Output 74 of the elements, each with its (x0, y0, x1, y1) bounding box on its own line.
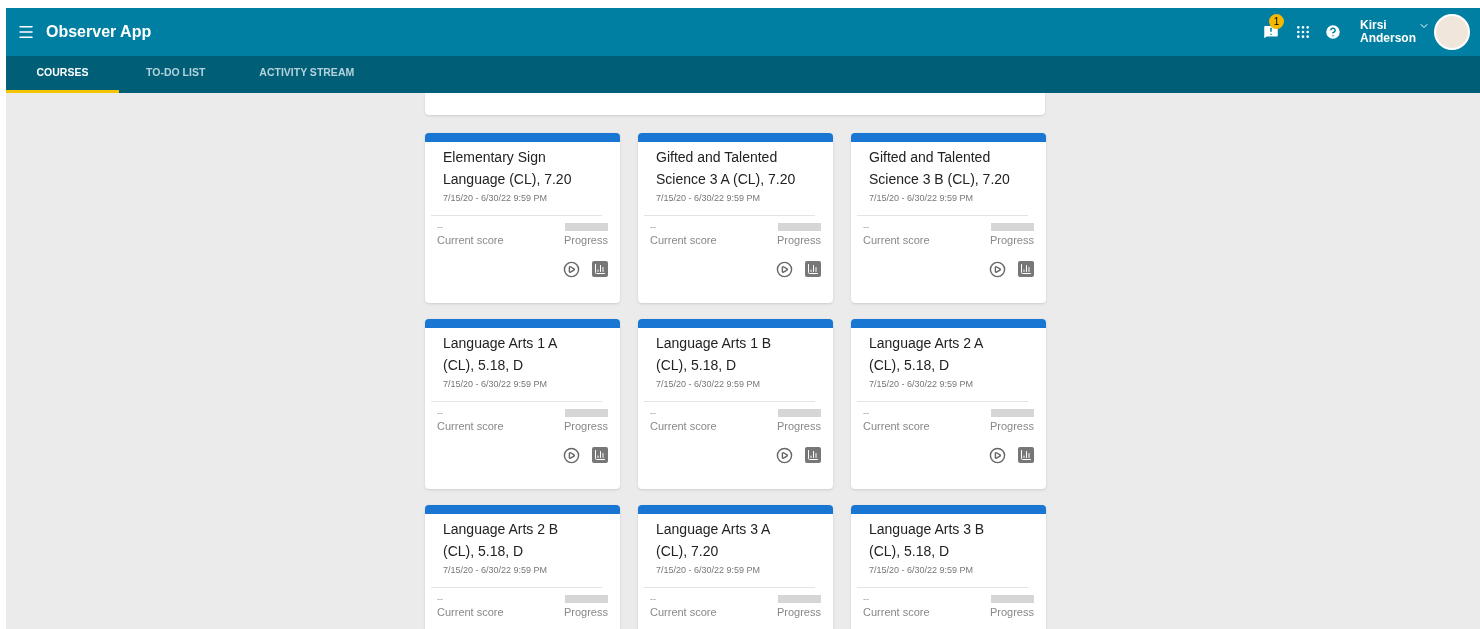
course-card[interactable]: Gifted and Talented Science 3 A (CL), 7.20 7/15/20 - 6/30/22 9:59 PM -- Current score Progress (638, 133, 833, 303)
course-card[interactable]: Gifted and Talented Science 3 B (CL), 7.20 7/15/20 - 6/30/22 9:59 PM -- Current score Progress (851, 133, 1046, 303)
course-card[interactable]: Language Arts 2 A (CL), 5.18, D 7/15/20 - 6/30/22 9:59 PM -- Current score Progress (851, 319, 1046, 489)
course-card[interactable]: Language Arts 1 B (CL), 5.18, D 7/15/20 - 6/30/22 9:59 PM -- Current score Progress (638, 319, 833, 489)
course-title[interactable]: Gifted and Talented Science 3 B (CL), 7.20 (869, 146, 1015, 190)
course-card[interactable]: Elementary Sign Language (CL), 7.20 7/15/20 - 6/30/22 9:59 PM -- Current score Progress (425, 133, 620, 303)
score-label: Current score (863, 232, 930, 247)
chart-icon[interactable] (592, 260, 608, 277)
chart-icon[interactable] (1018, 260, 1034, 277)
play-icon[interactable] (989, 260, 1006, 278)
course-dates: 7/15/20 - 6/30/22 9:59 PM (869, 192, 975, 205)
score-label: Current score (437, 604, 504, 619)
chart-icon[interactable] (1018, 446, 1034, 463)
play-icon[interactable] (776, 260, 793, 278)
progress-label: Progress (776, 418, 821, 433)
tab[interactable]: TO-DO LIST (119, 56, 233, 93)
course-dates: 7/15/20 - 6/30/22 9:59 PM (656, 564, 762, 577)
score-value: -- (863, 406, 870, 419)
score-value: -- (437, 406, 444, 419)
play-icon[interactable] (776, 446, 793, 464)
course-dates: 7/15/20 - 6/30/22 9:59 PM (869, 564, 975, 577)
user-name[interactable]: Kirsi Anderson (1360, 19, 1430, 45)
progress-label: Progress (989, 604, 1034, 619)
chart-icon[interactable] (592, 446, 608, 463)
progress-label: Progress (563, 232, 608, 247)
play-icon[interactable] (563, 260, 580, 278)
course-dates: 7/15/20 - 6/30/22 9:59 PM (443, 192, 549, 205)
score-label: Current score (437, 232, 504, 247)
course-title[interactable]: Elementary Sign Language (CL), 7.20 (443, 146, 589, 190)
score-label: Current score (863, 604, 930, 619)
course-title[interactable]: Language Arts 3 B (CL), 5.18, D (869, 518, 1015, 562)
course-title[interactable]: Language Arts 1 A (CL), 5.18, D (443, 332, 589, 376)
app-title: Observer App (46, 22, 152, 42)
course-title[interactable]: Language Arts 2 A (CL), 5.18, D (869, 332, 1015, 376)
course-dates: 7/15/20 - 6/30/22 9:59 PM (443, 564, 549, 577)
chart-icon[interactable] (805, 446, 821, 463)
course-title[interactable]: Language Arts 2 B (CL), 5.18, D (443, 518, 589, 562)
apps-grid-icon[interactable] (1294, 23, 1312, 41)
notification-badge: 1 (1269, 14, 1284, 29)
progress-label: Progress (563, 604, 608, 619)
score-label: Current score (650, 604, 717, 619)
course-dates: 7/15/20 - 6/30/22 9:59 PM (656, 192, 762, 205)
course-dates: 7/15/20 - 6/30/22 9:59 PM (443, 378, 549, 391)
score-value: -- (437, 220, 444, 233)
score-value: -- (863, 592, 870, 605)
course-dates: 7/15/20 - 6/30/22 9:59 PM (656, 378, 762, 391)
score-label: Current score (650, 418, 717, 433)
avatar[interactable] (1434, 14, 1470, 50)
course-title[interactable]: Language Arts 1 B (CL), 5.18, D (656, 332, 802, 376)
progress-label: Progress (989, 418, 1034, 433)
course-card[interactable]: Language Arts 1 A (CL), 5.18, D 7/15/20 - 6/30/22 9:59 PM -- Current score Progress (425, 319, 620, 489)
score-label: Current score (650, 232, 717, 247)
help-icon[interactable] (1324, 23, 1342, 41)
score-value: -- (863, 220, 870, 233)
score-label: Current score (863, 418, 930, 433)
course-dates: 7/15/20 - 6/30/22 9:59 PM (869, 378, 975, 391)
progress-label: Progress (563, 418, 608, 433)
tab[interactable]: ACTIVITY STREAM (232, 56, 382, 93)
course-card[interactable]: Language Arts 2 B (CL), 5.18, D 7/15/20 - 6/30/22 9:59 PM -- Current score Progress (425, 505, 620, 629)
score-value: -- (650, 220, 657, 233)
progress-label: Progress (776, 604, 821, 619)
course-title[interactable]: Language Arts 3 A (CL), 7.20 (656, 518, 802, 562)
course-title[interactable]: Gifted and Talented Science 3 A (CL), 7.20 (656, 146, 802, 190)
score-value: -- (650, 592, 657, 605)
progress-label: Progress (989, 232, 1034, 247)
course-card[interactable]: Language Arts 3 B (CL), 5.18, D 7/15/20 - 6/30/22 9:59 PM -- Current score Progress (851, 505, 1046, 629)
progress-label: Progress (776, 232, 821, 247)
score-value: -- (650, 406, 657, 419)
score-value: -- (437, 592, 444, 605)
score-label: Current score (437, 418, 504, 433)
play-icon[interactable] (563, 446, 580, 464)
play-icon[interactable] (989, 446, 1006, 464)
chart-icon[interactable] (805, 260, 821, 277)
course-card[interactable]: Language Arts 3 A (CL), 7.20 7/15/20 - 6/30/22 9:59 PM -- Current score Progress (638, 505, 833, 629)
